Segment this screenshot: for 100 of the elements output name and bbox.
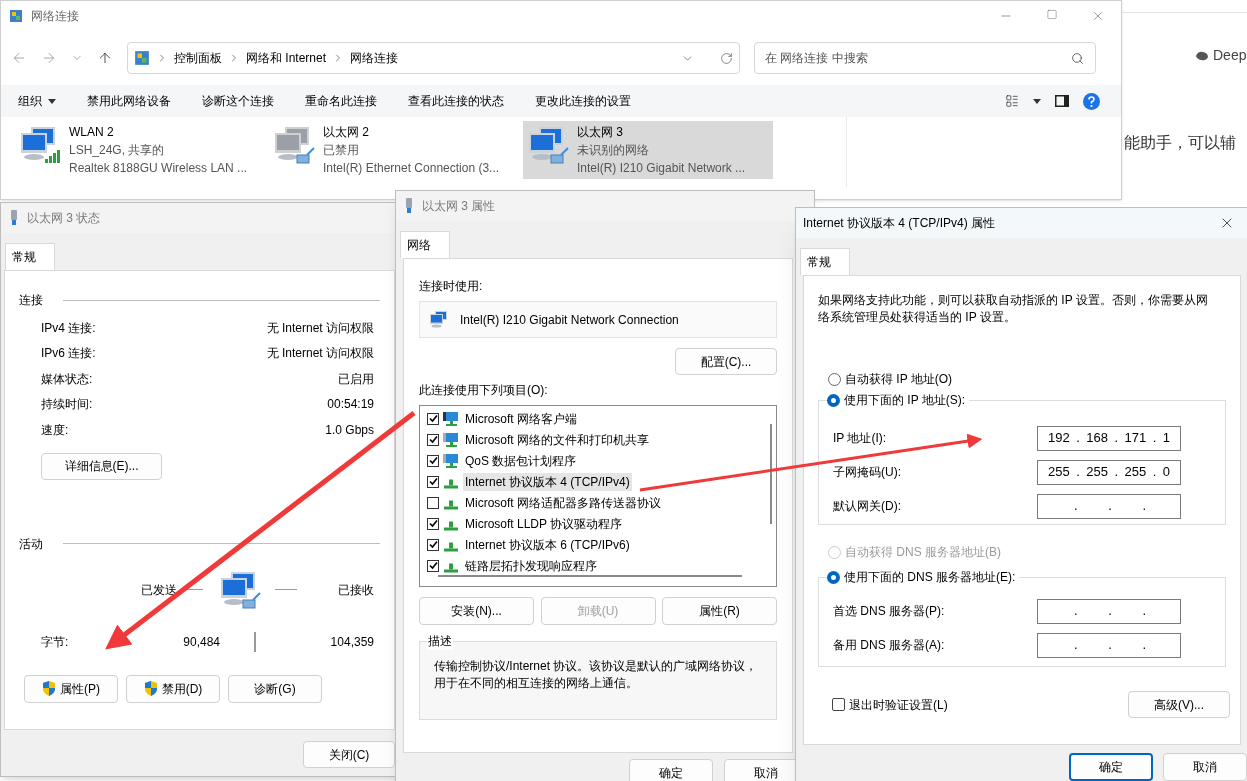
- tab[interactable]: 常规: [800, 248, 850, 275]
- field-label: 速度:: [41, 421, 69, 439]
- connection-status: LSH_24G, 共享的: [69, 142, 166, 159]
- ethernet-network-icon: [428, 308, 450, 331]
- checkbox[interactable]: [427, 538, 439, 551]
- window-title: Internet 协议版本 4 (TCP/IPv4) 属性: [803, 215, 996, 232]
- list-item[interactable]: Microsoft 网络的文件和打印机共享: [463, 430, 651, 449]
- network-connection-item[interactable]: 以太网 3 未识别的网络 Intel(R) I210 Gigabit Network ...: [523, 121, 773, 179]
- window-title: 网络连接: [31, 8, 79, 25]
- tab[interactable]: 网络: [400, 231, 450, 258]
- caret-icon[interactable]: [1033, 98, 1041, 104]
- list-item[interactable]: Internet 协议版本 4 (TCP/IPv4): [463, 472, 632, 491]
- dialog-button[interactable]: 禁用(D): [126, 674, 220, 703]
- refresh-icon[interactable]: [720, 51, 733, 65]
- field-value: 已启用: [338, 370, 374, 388]
- toolbar-button[interactable]: 查看此连接的状态: [408, 92, 504, 110]
- field-label: IP 地址(I):: [833, 430, 888, 447]
- network-connection-item[interactable]: 以太网 2 已禁用 Intel(R) Ethernet Connection (3...: [269, 121, 519, 179]
- ip-address-field[interactable]: . . .: [1037, 493, 1181, 519]
- breadcrumb-item[interactable]: 控制面板: [174, 49, 222, 67]
- dialog-button[interactable]: 属性(P): [24, 674, 118, 703]
- address-bar[interactable]: 控制面板 网络和 Internet 网络连接: [127, 42, 740, 74]
- list-item[interactable]: Microsoft 网络适配器多路传送器协议: [463, 493, 663, 512]
- intro-text: 如果网络支持此功能，则可以获取自动指派的 IP 设置。否则，你需要从网络系统管理员处获得适当的 IP 设置。: [818, 292, 1209, 326]
- field-label: 默认网关(D):: [833, 498, 902, 515]
- dialog-button[interactable]: 诊断(G): [228, 674, 322, 703]
- page-text: 能助手，可以辅: [1124, 133, 1236, 153]
- list-item[interactable]: Microsoft LLDP 协议驱动程序: [463, 514, 625, 533]
- checkbox[interactable]: [427, 496, 439, 509]
- connection-status: 未识别的网络: [577, 142, 650, 159]
- checkbox[interactable]: [427, 517, 439, 530]
- dialog-button[interactable]: 确定: [629, 759, 713, 781]
- breadcrumb-item[interactable]: 网络连接: [350, 49, 399, 67]
- toolbar-button[interactable]: 更改此连接的设置: [535, 92, 631, 110]
- dialog-button[interactable]: 关闭(C): [303, 741, 395, 768]
- network-connection-item[interactable]: WLAN 2 LSH_24G, 共享的 Realtek 8188GU Wireless LAN ...: [15, 121, 265, 179]
- checkbox[interactable]: [427, 454, 439, 467]
- radio-button[interactable]: [827, 570, 840, 584]
- details-button[interactable]: 详细信息(E)...: [41, 452, 162, 480]
- ip-address-field[interactable]: 192 . 168 . 171 . 1: [1037, 425, 1181, 451]
- list-item[interactable]: Internet 协议版本 6 (TCP/IPv6): [463, 535, 632, 554]
- field-label: IPv6 连接:: [41, 345, 96, 363]
- check-icon: [428, 540, 438, 549]
- check-icon: [428, 477, 438, 486]
- connection-name: WLAN 2: [69, 124, 115, 141]
- protocol-icon: [443, 520, 459, 531]
- toolbar-button[interactable]: 组织: [18, 92, 56, 110]
- ip-address-field[interactable]: . . .: [1037, 598, 1181, 624]
- received-bytes: 104,359: [330, 633, 374, 651]
- control-panel-icon: [9, 9, 23, 23]
- ip-address-field[interactable]: . . .: [1037, 632, 1181, 658]
- dialog-button[interactable]: 取消: [1163, 753, 1247, 781]
- sent-bytes: 90,484: [183, 633, 221, 651]
- network-adapter-icon: [9, 210, 19, 226]
- field-value: 00:54:19: [327, 396, 374, 414]
- adapter-name: Intel(R) I210 Gigabit Network Connection: [460, 311, 679, 329]
- tab[interactable]: 常规: [5, 243, 55, 270]
- field-value: 1.0 Gbps: [325, 421, 374, 439]
- checkbox[interactable]: [427, 475, 439, 488]
- preview-pane-icon[interactable]: [1055, 95, 1069, 107]
- connection-status: 已禁用: [323, 142, 360, 159]
- checkbox[interactable]: [427, 433, 439, 446]
- radio-label: 使用下面的 DNS 服务器地址(E):: [844, 569, 1016, 586]
- dialog-button[interactable]: 安装(N)...: [419, 597, 534, 625]
- up-icon[interactable]: [97, 50, 113, 66]
- ip-address-field[interactable]: 255 . 255 . 255 . 0: [1037, 459, 1181, 485]
- horizontal-scrollbar[interactable]: [438, 575, 742, 577]
- breadcrumb-item[interactable]: 网络和 Internet: [246, 49, 327, 67]
- list-item[interactable]: Microsoft 网络客户端: [463, 409, 579, 428]
- radio-button[interactable]: [828, 372, 841, 386]
- toolbar-button[interactable]: 诊断这个连接: [202, 92, 274, 110]
- protocol-icon: [443, 562, 459, 573]
- dialog-button[interactable]: 属性(R): [662, 597, 777, 625]
- group-heading: 描述: [427, 632, 453, 650]
- view-options-icon[interactable]: [1005, 94, 1019, 108]
- dialog-button[interactable]: 配置(C)...: [675, 348, 777, 375]
- received-label: 已接收: [338, 581, 374, 599]
- protocol-icon: [443, 478, 459, 489]
- checkbox[interactable]: [832, 698, 845, 711]
- connection-device: Intel(R) I210 Gigabit Network ...: [577, 160, 746, 177]
- checkbox[interactable]: [427, 412, 439, 425]
- search-field[interactable]: 在 网络连接 中搜索: [754, 42, 1096, 74]
- vertical-scrollbar[interactable]: [770, 424, 772, 524]
- toolbar-button[interactable]: 重命名此连接: [305, 92, 377, 110]
- connection-name: 以太网 2: [323, 124, 370, 141]
- dialog-button[interactable]: 高级(V)...: [1128, 691, 1230, 718]
- check-icon: [428, 435, 438, 444]
- help-icon[interactable]: [1083, 92, 1100, 110]
- checkbox[interactable]: [427, 559, 439, 572]
- field-label: 首选 DNS 服务器(P):: [833, 603, 946, 620]
- radio-label: 自动获得 IP 地址(O): [845, 371, 953, 388]
- connection-name: 以太网 3: [577, 124, 624, 141]
- dialog-button[interactable]: 确定: [1069, 753, 1153, 781]
- list-item[interactable]: 链路层拓扑发现响应程序: [463, 556, 599, 575]
- list-item[interactable]: QoS 数据包计划程序: [463, 451, 579, 470]
- connection-device: Realtek 8188GU Wireless LAN ...: [69, 160, 248, 177]
- toolbar-button[interactable]: 禁用此网络设备: [87, 92, 171, 110]
- field-label: 字节:: [41, 633, 69, 651]
- radio-button[interactable]: [827, 393, 840, 407]
- field-label: 此连接使用下列项目(O):: [419, 383, 548, 397]
